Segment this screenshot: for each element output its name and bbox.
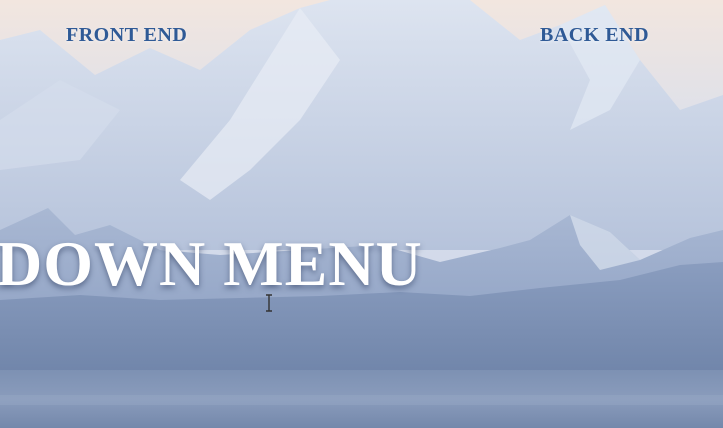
text-cursor-icon (266, 294, 272, 312)
nav-front-end-link[interactable]: FRONT END (66, 24, 187, 47)
hero-headline: DOWN MENU (0, 228, 423, 299)
mountain-background (0, 0, 723, 428)
nav-back-end-link[interactable]: BACK END (540, 24, 649, 47)
